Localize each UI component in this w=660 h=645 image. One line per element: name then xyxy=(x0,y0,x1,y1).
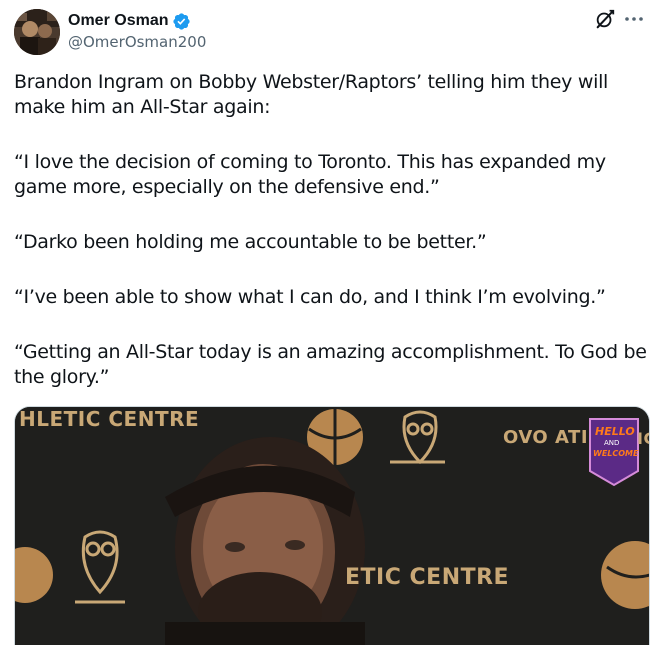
tweet-paragraph: Brandon Ingram on Bobby Webster/Raptors’… xyxy=(14,71,609,118)
author-handle[interactable]: @OmerOsman200 xyxy=(68,33,206,51)
tweet-paragraph: “Darko been holding me accountable to be… xyxy=(14,231,487,253)
tweet-paragraph: “I’ve been able to show what I can do, a… xyxy=(14,286,606,308)
sign-text: HELLO xyxy=(595,425,635,438)
tweet-text: Brandon Ingram on Bobby Webster/Raptors’… xyxy=(14,70,650,420)
wall-text: HLETIC CENTRE xyxy=(19,407,200,431)
sign-text: AND xyxy=(604,439,620,447)
tweet-media-image[interactable]: HLETIC CENTRE OVO ATI IC ETIC CENTRE HEL… xyxy=(14,406,650,645)
author-display-name[interactable]: Omer Osman xyxy=(68,12,168,30)
avatar[interactable] xyxy=(14,9,60,55)
more-options-icon[interactable] xyxy=(622,8,646,30)
wall-text: OVO ATI xyxy=(503,427,589,448)
tweet-header: Omer Osman @OmerOsman200 xyxy=(14,8,646,58)
sign-text: WELCOME xyxy=(593,449,639,458)
grok-icon[interactable] xyxy=(594,8,616,30)
wall-text: IC xyxy=(637,429,649,448)
verified-badge-icon xyxy=(172,12,191,31)
wall-text: ETIC CENTRE xyxy=(345,565,510,590)
tweet-paragraph: “I love the decision of coming to Toront… xyxy=(14,151,606,198)
tweet-paragraph: “Getting an All-Star today is an amazing… xyxy=(14,341,647,388)
